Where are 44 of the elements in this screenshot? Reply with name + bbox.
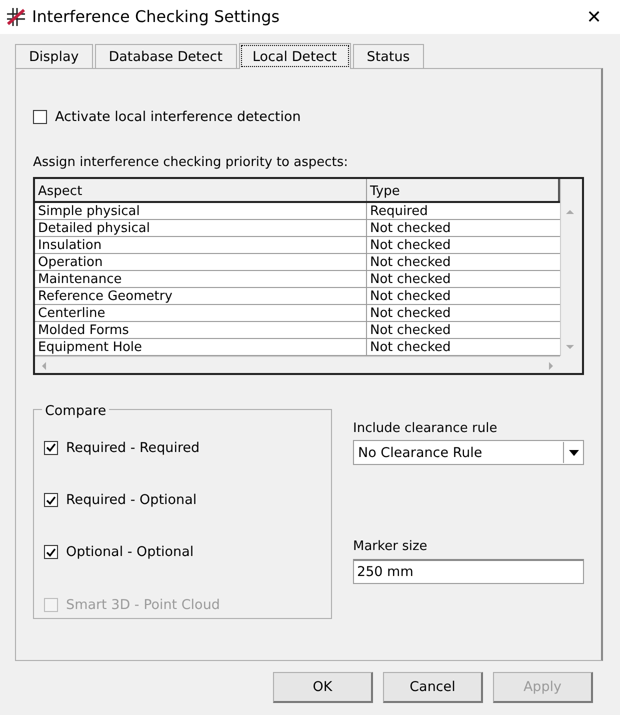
checkbox[interactable] — [33, 110, 47, 124]
table-cell-text: Not checked — [369, 270, 452, 287]
table-cell-text: Not checked — [369, 304, 452, 321]
checkbox-label: Required - Required — [66, 438, 200, 458]
table-cell-text: Required — [369, 202, 429, 219]
checkbox[interactable] — [44, 493, 58, 508]
table-cell-text: Not checked — [369, 288, 452, 304]
checkbox-label: Optional - Optional — [66, 543, 194, 562]
table-cell-text: Not checked — [369, 254, 452, 270]
checkbox-label: Activate local interference detection — [55, 108, 301, 127]
table-cell-text: Not checked — [369, 220, 452, 236]
table-cell: Maintenance — [35, 270, 367, 287]
table-cell: Molded Forms — [35, 322, 367, 338]
field-label: Marker size — [353, 538, 428, 556]
marker-size-field[interactable]: 250 mm — [353, 558, 584, 584]
column-header[interactable]: Aspect — [35, 178, 367, 201]
window-title: Interference Checking Settings — [32, 6, 281, 28]
checkbox[interactable] — [44, 440, 58, 455]
column-header[interactable]: Type — [367, 178, 560, 201]
table-cell: Centerline — [35, 304, 367, 321]
tab[interactable]: Status — [352, 44, 424, 68]
table-caption: Assign interference checking priority to aspects: — [33, 154, 350, 172]
tab[interactable]: Display — [15, 44, 93, 68]
clearance-dropdown[interactable]: No Clearance Rule — [353, 440, 584, 466]
dialog-button[interactable]: Cancel — [383, 672, 483, 703]
checkbox-label: Smart 3D - Point Cloud — [66, 596, 220, 614]
table-cell: Detailed physical — [35, 220, 367, 236]
dialog-button[interactable]: OK — [273, 672, 373, 703]
table-cell: Insulation — [35, 236, 367, 253]
table-cell: Simple physical — [35, 202, 367, 219]
table-cell-text: Not checked — [369, 322, 452, 338]
close-button[interactable]: ✕ — [574, 4, 614, 30]
table-cell-text: Not checked — [369, 236, 452, 253]
dropdown-arrow-icon — [568, 450, 578, 456]
table-cell: Operation — [35, 254, 367, 270]
table-cell: Reference Geometry — [35, 288, 367, 304]
tab[interactable]: Database Detect — [94, 44, 236, 68]
field-label: Include clearance rule — [353, 420, 498, 438]
table-cell: Equipment Hole — [35, 338, 367, 355]
app-icon — [6, 7, 26, 27]
tab[interactable]: Local Detect — [238, 43, 351, 69]
checkbox[interactable] — [44, 545, 58, 560]
checkbox-label: Required - Optional — [66, 491, 197, 510]
table-cell-text: Not checked — [369, 338, 452, 355]
